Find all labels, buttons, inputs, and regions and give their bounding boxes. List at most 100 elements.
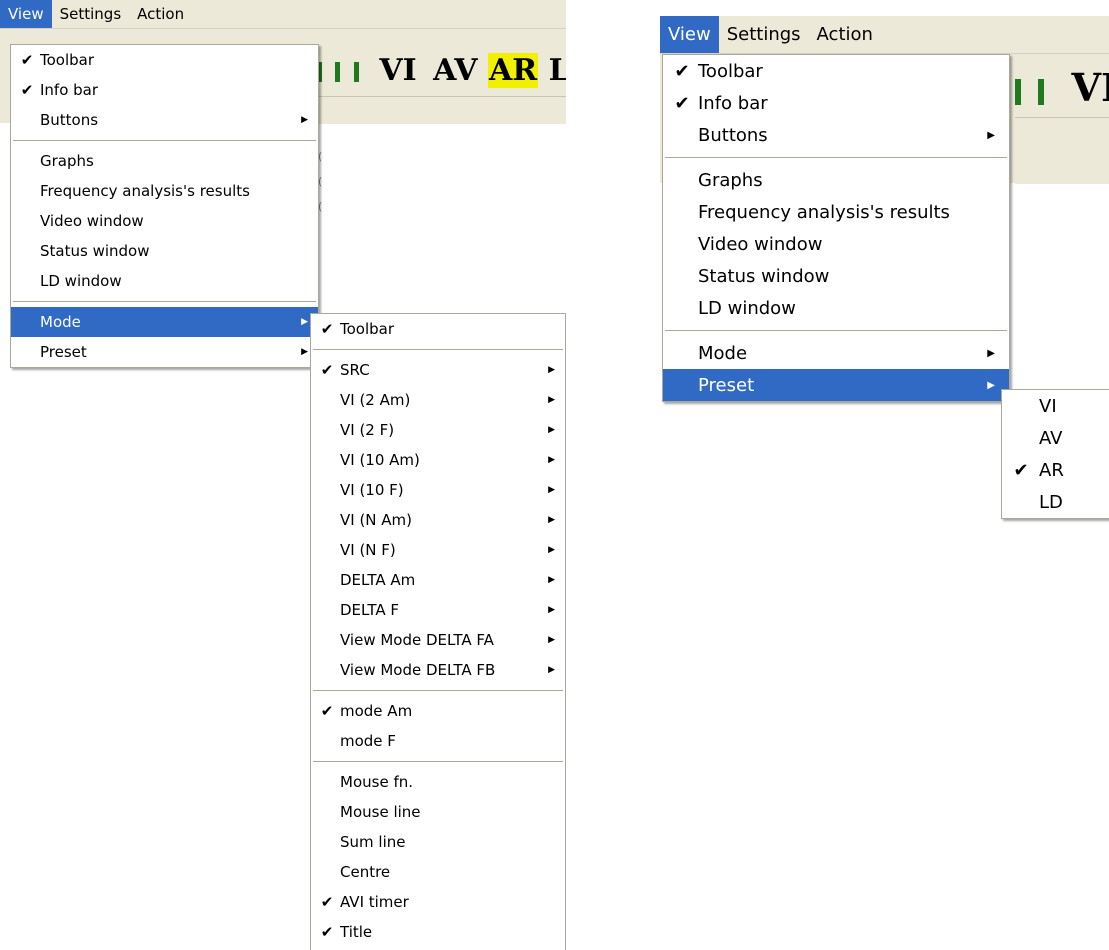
left-screenshot-panel: View Settings Action VI AV AR LI ( ( ( ✔… [0,0,566,950]
menu-separator [313,690,563,691]
menu-item-delta-am[interactable]: DELTA Am ▶ [311,565,565,595]
menu-item-mouse-line[interactable]: Mouse line [311,797,565,827]
menu-item-label: Buttons [698,124,768,146]
menu-item-graphs[interactable]: Graphs [663,164,1009,196]
green-indicator-icon [1038,78,1045,105]
submenu-arrow-icon: ▶ [987,129,995,141]
menu-item-buttons[interactable]: Buttons ▶ [663,119,1009,151]
menu-item-frequency-analysis[interactable]: Frequency analysis's results [663,196,1009,228]
preset-item-ar[interactable]: ✔ AR [1002,454,1109,486]
toolbar-av-button[interactable]: AV [433,53,477,88]
menu-item-preset[interactable]: Preset ▶ [11,337,318,367]
menu-item-mouse-fn[interactable]: Mouse fn. [311,767,565,797]
menu-item-mode[interactable]: Mode ▶ [11,307,318,337]
menu-item-label: Toolbar [40,51,95,69]
menu-item-label: View Mode DELTA FB [340,661,496,679]
menu-item-label: Buttons [40,111,99,129]
menu-item-frequency-analysis[interactable]: Frequency analysis's results [11,176,318,206]
menu-item-vi-2f[interactable]: VI (2 F) ▶ [311,415,565,445]
menu-item-view-mode-delta-fb[interactable]: View Mode DELTA FB ▶ [311,655,565,685]
menu-item-label: Info bar [698,92,768,114]
menu-item-delta-f[interactable]: DELTA F ▶ [311,595,565,625]
menu-action[interactable]: Action [129,0,192,28]
menu-item-src[interactable]: ✔ SRC ▶ [311,355,565,385]
menu-settings[interactable]: Settings [719,16,809,53]
menu-item-label: AVI timer [340,893,409,911]
menu-item-mode-toolbar[interactable]: ✔ Toolbar [311,314,565,344]
submenu-arrow-icon: ▶ [548,365,555,375]
menu-action[interactable]: Action [809,16,881,53]
toolbar-vi-button[interactable]: VI [379,53,416,88]
menu-item-vi-nf[interactable]: VI (N F) ▶ [311,535,565,565]
menu-item-mode-am[interactable]: ✔ mode Am [311,696,565,726]
menu-item-label: Frequency analysis's results [698,201,950,223]
menu-item-video-window[interactable]: Video window [663,228,1009,260]
menu-separator [313,349,563,350]
menu-item-graphs[interactable]: Graphs [11,146,318,176]
submenu-arrow-icon: ▶ [548,575,555,585]
right-screenshot-panel: View Settings Action VI ✔ Toolbar ✔ Info… [660,0,1109,540]
menu-item-mode-f[interactable]: mode F [311,726,565,756]
menu-item-label: AV [1039,427,1063,449]
submenu-arrow-icon: ▶ [548,395,555,405]
submenu-arrow-icon: ▶ [548,485,555,495]
menu-item-label: LD window [40,272,122,290]
menu-item-video-window[interactable]: Video window [11,206,318,236]
menu-item-label: Mouse fn. [340,773,413,791]
menu-item-label: SRC [340,361,370,379]
menu-item-label: Toolbar [698,60,763,82]
menu-item-label: Title [340,923,373,941]
check-icon: ✔ [1013,459,1029,481]
menu-settings[interactable]: Settings [52,0,130,28]
menu-item-toolbar[interactable]: ✔ Toolbar [11,45,318,75]
menu-item-label: Mode [40,313,81,331]
preset-item-vi[interactable]: VI [1002,390,1109,422]
menu-item-info-bar[interactable]: ✔ Info bar [663,87,1009,119]
menu-item-preset[interactable]: Preset ▶ [663,369,1009,401]
menu-item-label: Mouse line [340,803,421,821]
menu-item-status-window[interactable]: Status window [11,236,318,266]
menu-item-title[interactable]: ✔ Title [311,917,565,947]
menu-item-mode[interactable]: Mode ▶ [663,337,1009,369]
menu-item-label: Graphs [40,152,94,170]
menu-view[interactable]: View [0,0,52,28]
check-icon: ✔ [20,81,34,99]
menu-item-label: VI (10 Am) [340,451,420,469]
menu-item-sum-line[interactable]: Sum line [311,827,565,857]
menu-view[interactable]: View [660,16,719,53]
menu-item-buttons[interactable]: Buttons ▶ [11,105,318,135]
toolbar-ar-button[interactable]: AR [487,53,539,88]
menu-item-ld-window[interactable]: LD window [663,292,1009,324]
check-icon: ✔ [320,320,334,338]
menu-item-label: VI [1039,395,1057,417]
mode-submenu: ✔ Toolbar ✔ SRC ▶ VI (2 Am) ▶ VI (2 F) ▶ V… [310,313,566,950]
submenu-arrow-icon: ▶ [301,115,308,125]
menu-item-label: View Mode DELTA FA [340,631,494,649]
preset-item-ld[interactable]: LD [1002,486,1109,518]
menu-item-label: Sum line [340,833,406,851]
menu-item-label: VI (N F) [340,541,396,559]
menu-item-centre[interactable]: Centre [311,857,565,887]
menu-item-label: Centre [340,863,391,881]
menu-item-vi-10am[interactable]: VI (10 Am) ▶ [311,445,565,475]
preset-item-av[interactable]: AV [1002,422,1109,454]
menu-item-status-window[interactable]: Status window [663,260,1009,292]
menu-item-vi-nam[interactable]: VI (N Am) ▶ [311,505,565,535]
menu-item-avi-timer[interactable]: ✔ AVI timer [311,887,565,917]
check-icon: ✔ [674,60,690,82]
menu-item-label: VI (2 F) [340,421,395,439]
submenu-arrow-icon: ▶ [548,455,555,465]
menu-item-vi-2am[interactable]: VI (2 Am) ▶ [311,385,565,415]
submenu-arrow-icon: ▶ [301,347,308,357]
menu-item-info-bar[interactable]: ✔ Info bar [11,75,318,105]
menu-item-label: DELTA F [340,601,399,619]
menu-item-toolbar[interactable]: ✔ Toolbar [663,55,1009,87]
menu-item-vi-10f[interactable]: VI (10 F) ▶ [311,475,565,505]
menu-item-ld-window[interactable]: LD window [11,266,318,296]
check-icon: ✔ [320,923,334,941]
toolbar-ld-button[interactable]: LI [549,53,566,88]
menu-item-view-mode-delta-fa[interactable]: View Mode DELTA FA ▶ [311,625,565,655]
check-icon: ✔ [20,51,34,69]
menu-item-label: Frequency analysis's results [40,182,250,200]
toolbar-vi-button[interactable]: VI [1071,65,1109,110]
